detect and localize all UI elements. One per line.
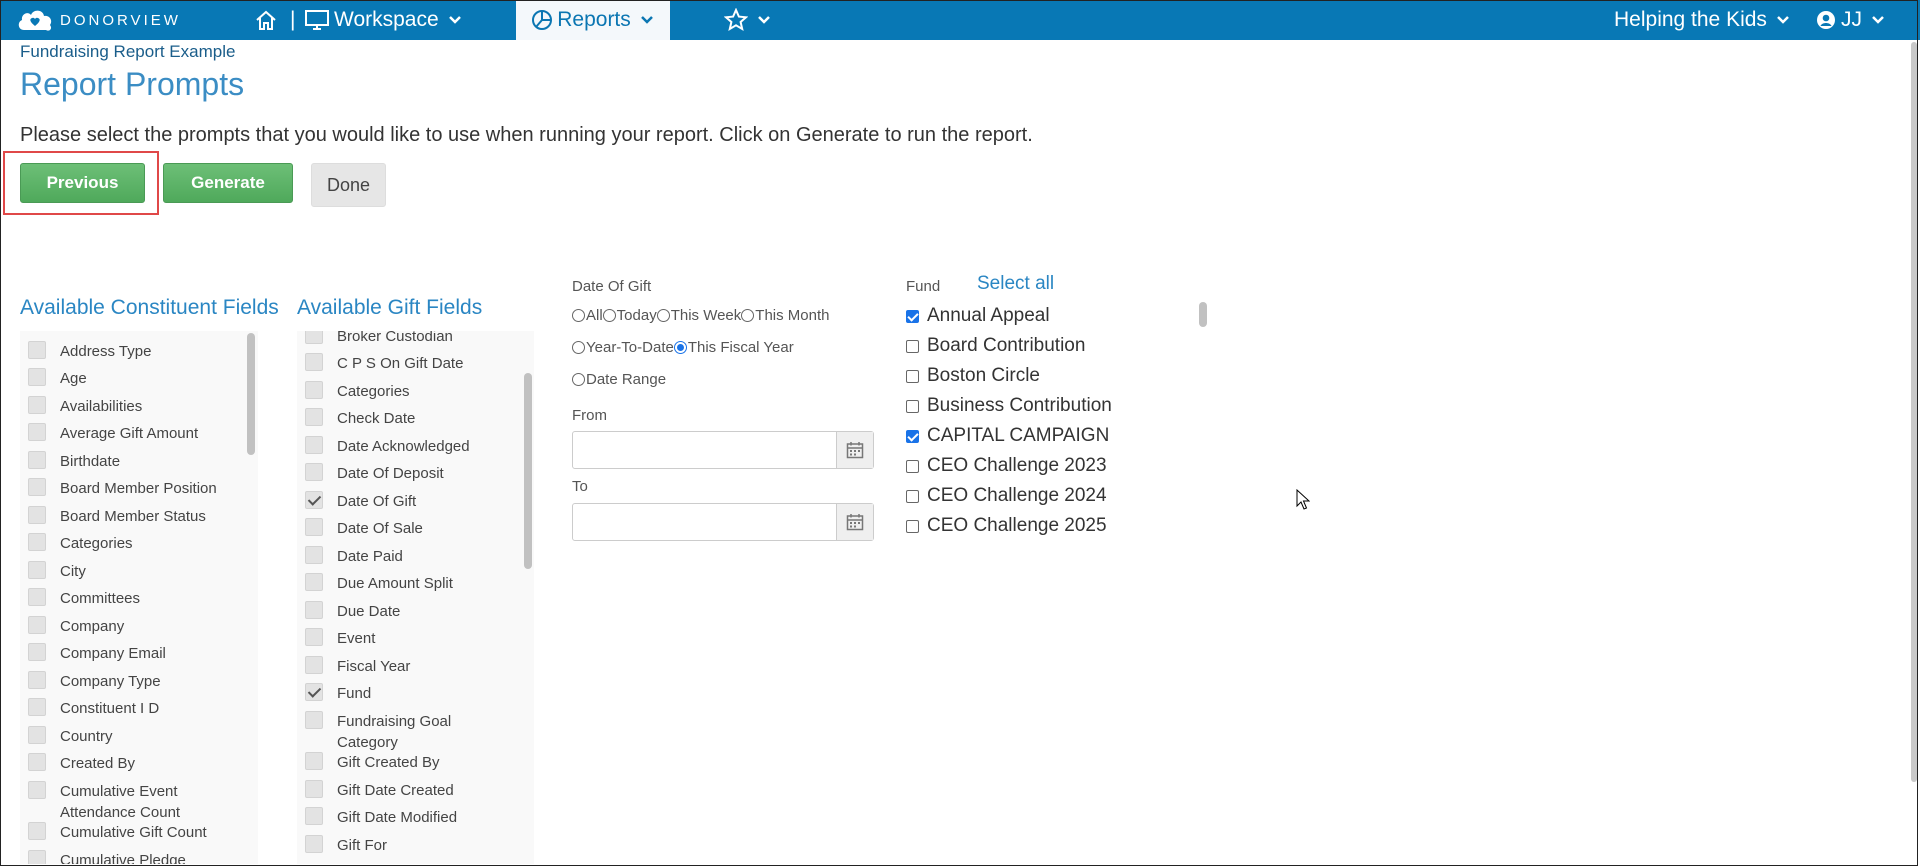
window-frame bbox=[0, 0, 1918, 866]
